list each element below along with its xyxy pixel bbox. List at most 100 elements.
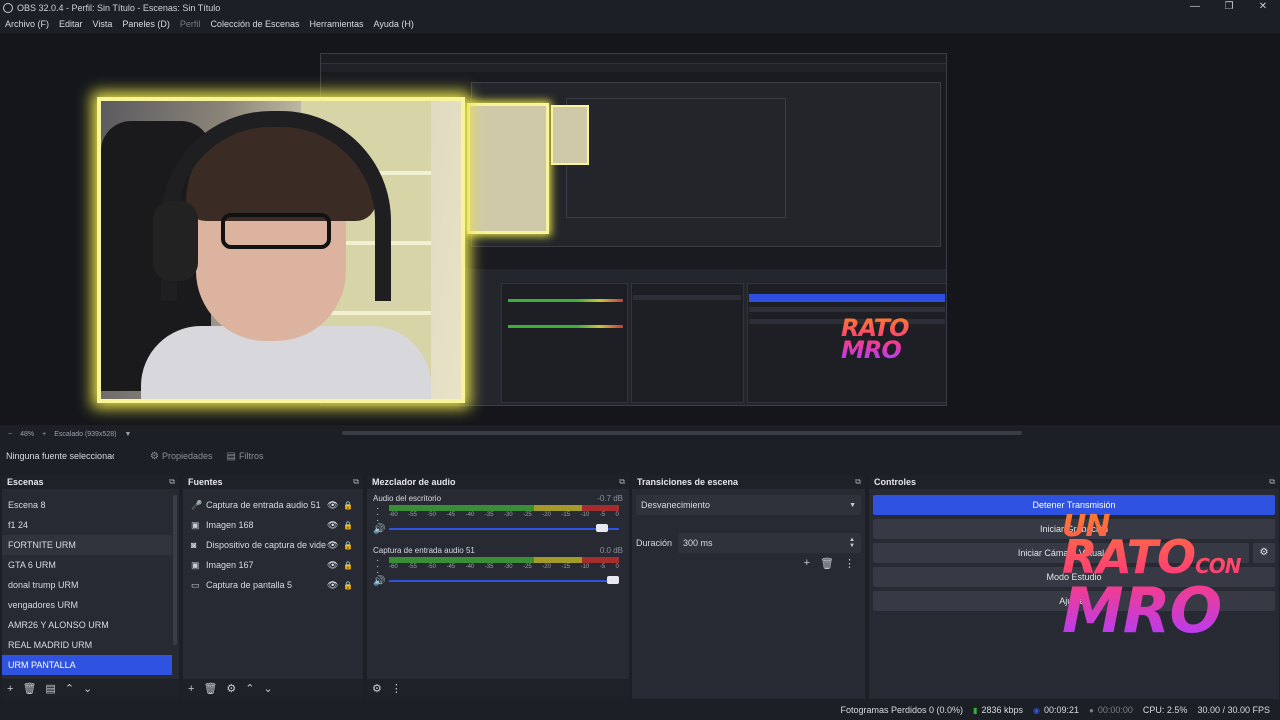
eye-icon[interactable]: 👁 [327, 520, 339, 531]
bitrate-value: 2836 kbps [981, 705, 1023, 715]
scene-item[interactable]: GTA 6 URM [2, 555, 172, 575]
lock-icon[interactable]: 🔒 [343, 581, 357, 590]
undock-icon[interactable]: ⧉ [169, 477, 175, 487]
scene-item[interactable]: vengadores URM [2, 595, 172, 615]
eye-icon[interactable]: 👁 [327, 560, 339, 571]
trash-icon[interactable]: 🗑 [203, 683, 217, 695]
volume-slider-thumb[interactable] [607, 576, 619, 584]
minimize-button[interactable]: — [1178, 0, 1212, 15]
menu-coleccion-escenas[interactable]: Colección de Escenas [210, 19, 299, 29]
preview-area[interactable]: RATO MRO [0, 33, 1280, 435]
move-up-icon[interactable]: ⌃ [65, 683, 74, 695]
menu-herramientas[interactable]: Herramientas [310, 19, 364, 29]
lock-icon[interactable]: 🔒 [343, 541, 357, 550]
menu-vista[interactable]: Vista [93, 19, 113, 29]
transition-select[interactable]: Desvanecimiento ▼ [636, 495, 861, 515]
source-item[interactable]: ▭ Captura de pantalla 5 👁 🔒 [183, 575, 363, 595]
source-name: Imagen 168 [206, 520, 254, 530]
source-item[interactable]: ◙ Dispositivo de captura de video 👁 🔒 [183, 535, 363, 555]
meter-tick-label: -35 [484, 512, 494, 518]
menu-editar[interactable]: Editar [59, 19, 83, 29]
trash-icon[interactable]: 🗑 [820, 557, 834, 570]
maximize-button[interactable]: ❐ [1212, 0, 1246, 15]
source-list: 🎤 Captura de entrada audio 51 👁 🔒 ▣ Imag… [183, 495, 363, 595]
sources-body: 🎤 Captura de entrada audio 51 👁 🔒 ▣ Imag… [183, 489, 363, 685]
filter-icon[interactable]: ▤ [45, 683, 55, 695]
lock-icon[interactable]: 🔒 [343, 561, 357, 570]
zoom-level: 48% [20, 430, 35, 438]
speaker-icon[interactable]: 🔊 [373, 576, 385, 587]
menu-ayuda[interactable]: Ayuda (H) [374, 19, 414, 29]
filters-button[interactable]: ▤ Filtros [227, 451, 264, 462]
menu-perfil[interactable]: Perfil [180, 19, 201, 29]
duration-input[interactable]: 300 ms ▲ ▼ [678, 533, 861, 553]
meter-tick-label: 0 [615, 564, 619, 570]
status-bar: Fotogramas Perdidos 0 (0.0%) ▮ 2836 kbps … [0, 700, 1280, 720]
zoom-in-icon[interactable]: + [42, 431, 46, 438]
volume-meter [389, 505, 619, 511]
undock-icon[interactable]: ⧉ [1269, 477, 1275, 487]
speaker-icon[interactable]: 🔊 [373, 524, 385, 535]
eye-icon[interactable]: 👁 [327, 540, 339, 551]
meter-tick-label: -50 [427, 564, 436, 570]
more-options-icon[interactable]: · · · [376, 504, 379, 526]
source-item[interactable]: 🎤 Captura de entrada audio 51 👁 🔒 [183, 495, 363, 515]
fps-status: 30.00 / 30.00 FPS [1197, 705, 1270, 715]
lock-icon[interactable]: 🔒 [343, 501, 357, 510]
volume-slider[interactable] [389, 580, 619, 582]
volume-slider-thumb[interactable] [595, 524, 608, 532]
add-icon[interactable]: + [804, 557, 810, 570]
scene-item[interactable]: FORTNITE URM [2, 535, 172, 555]
undock-icon[interactable]: ⧉ [619, 477, 625, 487]
advanced-audio-icon[interactable]: ⚙ [372, 683, 382, 695]
scene-item[interactable]: REAL MADRID URM [2, 635, 172, 655]
scale-label: Escalado (939x528) [54, 430, 117, 438]
undock-icon[interactable]: ⧉ [353, 477, 359, 487]
webcam-source[interactable] [97, 97, 465, 403]
image-icon: ▣ [191, 559, 200, 570]
move-down-icon[interactable]: ⌄ [264, 683, 273, 695]
meter-tick-label: -50 [427, 512, 436, 518]
scene-item[interactable]: f1 24 [2, 515, 172, 535]
source-item[interactable]: ▣ Imagen 167 👁 🔒 [183, 555, 363, 575]
lock-icon[interactable]: 🔒 [343, 521, 357, 530]
gear-icon[interactable]: ⚙ [226, 683, 236, 695]
dropped-frames: Fotogramas Perdidos 0 (0.0%) [840, 705, 964, 715]
meter-tick-label: -20 [542, 564, 551, 570]
properties-button[interactable]: ⚙ Propiedades [150, 451, 213, 462]
scenes-toolbar: + 🗑 ▤ ⌃ ⌄ [2, 679, 179, 699]
source-item[interactable]: ▣ Imagen 168 👁 🔒 [183, 515, 363, 535]
nested-ctrl-row-1 [749, 307, 945, 312]
scene-item[interactable]: donal trump URM [2, 575, 172, 595]
more-options-icon[interactable]: ⋮ [391, 683, 402, 695]
scene-item[interactable]: AMR26 Y ALONSO URM [2, 615, 172, 635]
menu-paneles[interactable]: Paneles (D) [122, 19, 170, 29]
scale-dropdown-icon[interactable]: ▼ [124, 431, 131, 438]
meter-tick-label: -5 [599, 512, 606, 518]
gear-icon[interactable]: ⚙ [1253, 543, 1275, 563]
eye-icon[interactable]: 👁 [327, 500, 339, 511]
meter-tick-label: -40 [465, 512, 475, 518]
move-up-icon[interactable]: ⌃ [245, 683, 254, 695]
window-controls: — ❐ ✕ [1178, 0, 1280, 15]
eye-icon[interactable]: 👁 [327, 580, 339, 591]
sources-dock: Fuentes ⧉ 🎤 Captura de entrada audio 51 … [183, 475, 363, 699]
controls-title: Controles [874, 477, 917, 487]
scenes-scrollbar[interactable] [173, 495, 177, 645]
undock-icon[interactable]: ⧉ [855, 477, 861, 487]
spinner-icon[interactable]: ▲ ▼ [849, 537, 855, 549]
scene-item-selected[interactable]: URM PANTALLA [2, 655, 172, 675]
monitor-icon: ▭ [191, 579, 200, 590]
scene-item[interactable]: Escena 8 [2, 495, 172, 515]
more-options-icon[interactable]: · · · [376, 556, 379, 578]
trash-icon[interactable]: 🗑 [22, 683, 36, 695]
move-down-icon[interactable]: ⌄ [83, 683, 92, 695]
add-icon[interactable]: + [7, 683, 13, 695]
zoom-out-icon[interactable]: − [8, 431, 12, 438]
add-icon[interactable]: + [188, 683, 194, 695]
webcam-earcup [153, 201, 198, 281]
volume-slider[interactable] [389, 528, 619, 530]
menu-archivo[interactable]: Archivo (F) [5, 19, 49, 29]
close-button[interactable]: ✕ [1246, 0, 1280, 15]
more-options-icon[interactable]: ⋮ [844, 557, 855, 570]
